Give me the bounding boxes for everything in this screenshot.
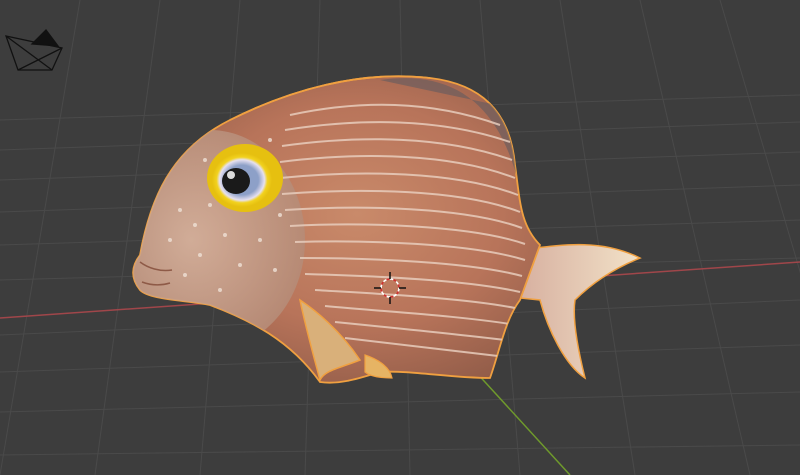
fish-mesh[interactable] — [115, 75, 642, 384]
camera-icon[interactable] — [5, 29, 63, 71]
fish-eye — [207, 144, 283, 212]
3d-viewport[interactable] — [0, 0, 800, 475]
viewport-canvas[interactable] — [0, 0, 800, 475]
